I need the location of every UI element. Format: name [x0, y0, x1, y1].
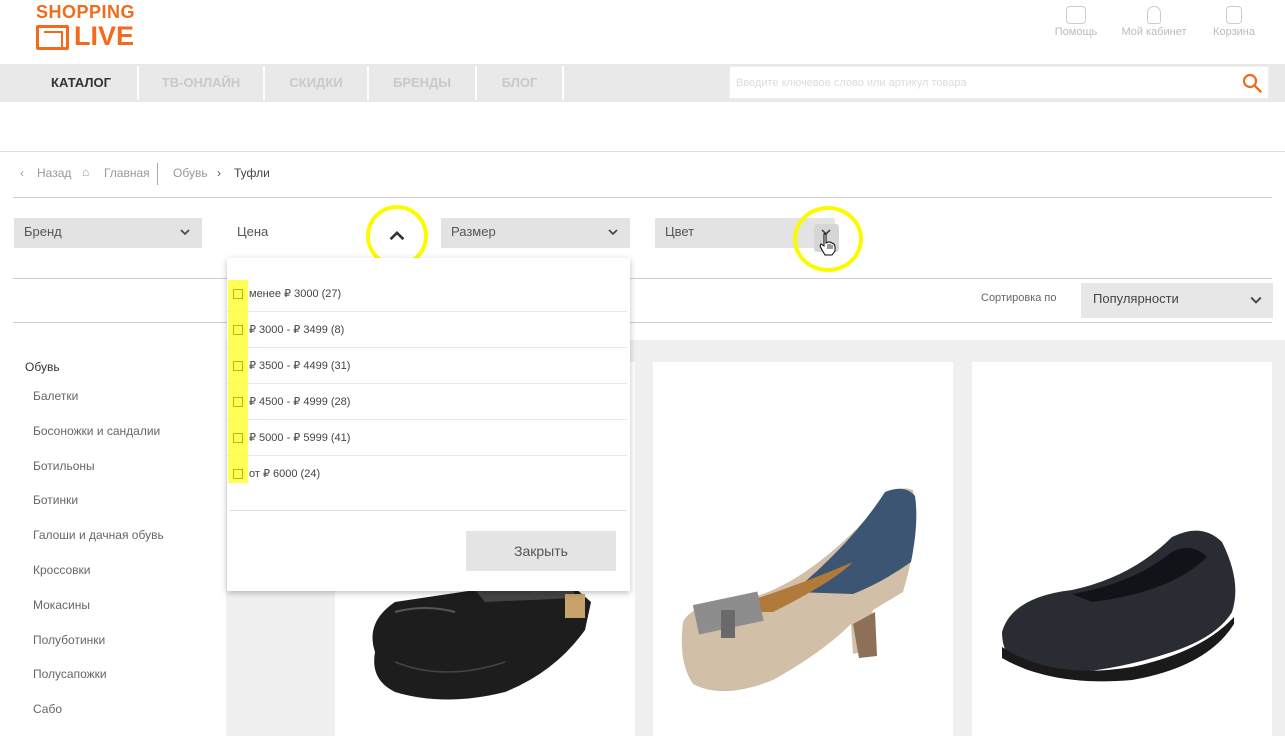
divider — [0, 151, 1285, 152]
divider — [13, 197, 1272, 198]
breadcrumb-back[interactable]: Назад — [37, 166, 71, 180]
help-label: Помощь — [1054, 26, 1098, 38]
search-input[interactable] — [730, 67, 1220, 98]
category-item[interactable]: Ботильоны — [33, 459, 95, 473]
cart-link[interactable]: Корзина — [1194, 2, 1274, 44]
category-item[interactable]: Босоножки и сандалии — [33, 424, 160, 438]
shoe-image — [681, 488, 917, 692]
product-card[interactable] — [972, 362, 1272, 736]
nav-catalog[interactable]: КАТАЛОГ — [25, 66, 139, 100]
category-item[interactable]: Полусапожки — [33, 667, 107, 681]
help-link[interactable]: Помощь — [1036, 2, 1116, 44]
product-card[interactable] — [653, 362, 953, 736]
sort-value: Популярности — [1093, 291, 1179, 306]
category-item[interactable]: Ботинки — [33, 493, 78, 507]
account-link[interactable]: Мой кабинет — [1114, 2, 1194, 44]
price-option-label: ₽ 4500 - ₽ 4999 (28) — [249, 396, 351, 408]
checkbox-outline — [233, 397, 243, 407]
category-item[interactable]: Мокасины — [33, 598, 90, 612]
price-option[interactable]: ₽ 3500 - ₽ 4499 (31) — [227, 348, 627, 384]
price-option-label: ₽ 3000 - ₽ 3499 (8) — [249, 324, 345, 336]
sort-label: Сортировка по — [981, 292, 1057, 304]
breadcrumb-current: Туфли — [234, 166, 270, 180]
price-option-label: ₽ 3500 - ₽ 4499 (31) — [249, 360, 351, 372]
chevron-down-icon — [608, 229, 618, 236]
account-icon — [1147, 6, 1161, 24]
account-label: Мой кабинет — [1121, 26, 1187, 38]
nav-discounts[interactable]: СКИДКИ — [265, 66, 369, 100]
close-button[interactable]: Закрыть — [466, 531, 616, 571]
category-title[interactable]: Обувь — [25, 360, 60, 374]
price-option[interactable]: ₽ 4500 - ₽ 4999 (28) — [227, 384, 627, 420]
category-item[interactable]: Полуботинки — [33, 633, 105, 647]
checkbox-highlight — [228, 280, 248, 483]
checkbox-outline — [233, 289, 243, 299]
checkbox-outline — [233, 361, 243, 371]
breadcrumb-home[interactable]: Главная — [104, 166, 150, 180]
price-option[interactable]: ₽ 5000 - ₽ 5999 (41) — [227, 420, 627, 456]
hand-cursor-icon — [819, 233, 836, 256]
logo[interactable]: SHOPPING LIVE — [34, 2, 149, 52]
search-box — [729, 66, 1269, 99]
chevron-right-icon: › — [217, 166, 221, 180]
search-icon[interactable] — [1242, 73, 1262, 93]
filter-price-label: Цена — [237, 224, 269, 239]
cart-label: Корзина — [1213, 26, 1255, 38]
breadcrumb-shoes[interactable]: Обувь — [173, 166, 208, 180]
price-option-label: менее ₽ 3000 (27) — [249, 288, 342, 300]
chevron-up-icon[interactable] — [389, 228, 405, 244]
price-option-label: ₽ 5000 - ₽ 5999 (41) — [249, 432, 351, 444]
divider — [13, 278, 1272, 279]
chevron-down-icon — [180, 229, 190, 236]
home-icon[interactable]: ⌂ — [82, 165, 89, 179]
price-option-label: от ₽ 6000 (24) — [249, 468, 321, 480]
price-option[interactable]: от ₽ 6000 (24) — [227, 456, 627, 492]
category-item[interactable]: Кроссовки — [33, 563, 90, 577]
cart-icon — [1226, 6, 1242, 24]
nav-tv-online[interactable]: ТВ-ОНЛАЙН — [139, 66, 265, 100]
category-item[interactable]: Сабо — [33, 702, 62, 716]
category-item[interactable]: Балетки — [33, 389, 78, 403]
nav-blog[interactable]: БЛОГ — [477, 66, 564, 100]
logo-text-bottom: LIVE — [74, 21, 135, 51]
checkbox-outline — [233, 469, 243, 479]
filter-size[interactable]: Размер — [441, 218, 630, 248]
breadcrumb-separator — [157, 163, 158, 185]
filter-size-label: Размер — [451, 224, 496, 239]
back-chevron-icon[interactable]: ‹ — [20, 166, 24, 180]
tv-icon — [36, 25, 69, 50]
help-icon — [1066, 6, 1086, 24]
category-sidebar: Обувь Балетки Босоножки и сандалии Ботил… — [0, 346, 226, 736]
shoe-image — [1002, 530, 1236, 682]
filter-brand[interactable]: Бренд — [14, 218, 202, 248]
logo-text-top: SHOPPING — [36, 2, 136, 22]
divider — [230, 510, 626, 511]
price-option[interactable]: ₽ 3000 - ₽ 3499 (8) — [227, 312, 627, 348]
nav-brands[interactable]: БРЕНДЫ — [369, 66, 477, 100]
divider — [13, 322, 1272, 323]
price-option[interactable]: менее ₽ 3000 (27) — [227, 276, 627, 312]
filter-color-label: Цвет — [665, 224, 695, 239]
checkbox-outline — [233, 433, 243, 443]
filter-brand-label: Бренд — [24, 224, 62, 239]
sort-select[interactable]: Популярности — [1081, 283, 1273, 318]
category-item[interactable]: Галоши и дачная обувь — [33, 528, 164, 542]
chevron-down-icon — [1250, 296, 1262, 304]
checkbox-outline — [233, 325, 243, 335]
